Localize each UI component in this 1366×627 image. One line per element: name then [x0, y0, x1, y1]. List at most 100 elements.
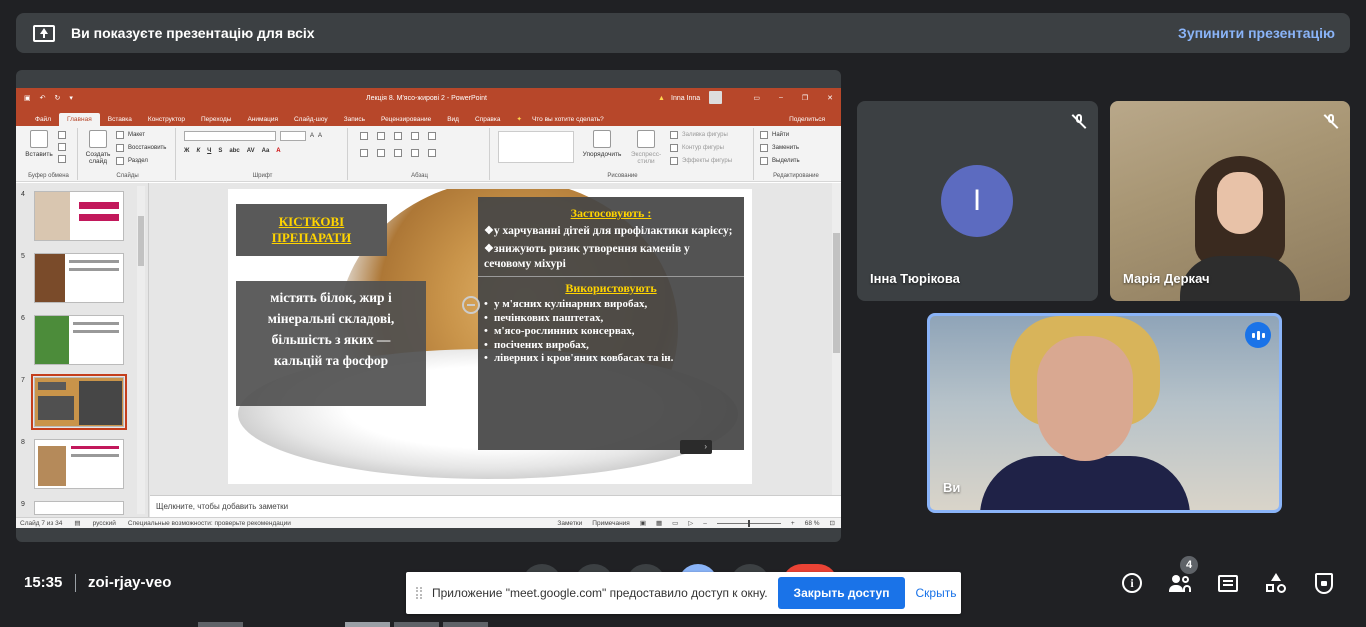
chat-button[interactable] — [1216, 570, 1240, 596]
zoom-slider[interactable] — [716, 519, 781, 527]
italic-icon[interactable]: К — [196, 148, 200, 154]
justify-icon[interactable] — [411, 149, 419, 157]
participant-tile[interactable]: Марія Деркач — [1110, 101, 1350, 301]
numbering-icon[interactable] — [377, 132, 385, 140]
fit-slide-icon[interactable]: ⊡ — [830, 519, 835, 527]
find-button[interactable]: Найти — [760, 131, 789, 139]
font-name-combo[interactable] — [184, 131, 276, 141]
participant-tile[interactable]: I Інна Тюрікова — [857, 101, 1098, 301]
select-button[interactable]: Выделить — [760, 157, 800, 165]
slide-thumbnail-selected[interactable] — [31, 374, 127, 430]
tab-help[interactable]: Справка — [467, 113, 509, 126]
undo-icon[interactable]: ↶ — [40, 94, 46, 102]
thumbnail-item[interactable]: 7 — [21, 374, 127, 430]
tab-view[interactable]: Вид — [439, 113, 467, 126]
tab-file[interactable]: Файл — [27, 113, 59, 126]
notes-pane[interactable]: Щелкните, чтобы добавить заметки — [150, 495, 841, 517]
bullets-icon[interactable] — [360, 132, 368, 140]
tab-review[interactable]: Рецензирование — [373, 113, 439, 126]
comments-toggle[interactable]: Примечания — [592, 520, 630, 527]
shape-outline-button[interactable]: Контур фигуры — [670, 144, 724, 152]
slide-thumbnail[interactable] — [34, 191, 124, 241]
reading-view-icon[interactable]: ▭ — [672, 519, 678, 527]
customize-icon[interactable]: ▾ — [69, 94, 73, 102]
shape-effects-button[interactable]: Эффекты фигуры — [670, 157, 732, 165]
editor-scrollbar[interactable] — [832, 183, 841, 495]
drag-handle-icon[interactable] — [416, 587, 422, 599]
activities-button[interactable] — [1264, 570, 1288, 596]
tab-insert[interactable]: Вставка — [100, 113, 140, 126]
people-button[interactable]: 4 — [1168, 556, 1198, 596]
zoom-level[interactable]: 68 % — [805, 520, 820, 527]
stop-sharing-button[interactable]: Закрыть доступ — [777, 577, 906, 609]
paste-button[interactable]: Вставить — [24, 130, 54, 158]
redo-icon[interactable]: ↻ — [55, 94, 61, 102]
thumbnail-item[interactable]: 6 — [21, 315, 124, 365]
language-indicator[interactable]: русский — [93, 520, 116, 527]
shrink-font-icon[interactable]: A — [318, 133, 322, 139]
thumbnail-item[interactable]: 8 — [21, 439, 124, 489]
tab-design[interactable]: Конструктор — [140, 113, 193, 126]
grow-font-icon[interactable]: A — [310, 133, 314, 139]
layout-button[interactable]: Макет — [116, 131, 145, 139]
self-tile[interactable]: Ви — [927, 313, 1282, 513]
hide-notice-button[interactable]: Скрыть — [915, 586, 956, 600]
columns-icon[interactable] — [428, 149, 436, 157]
copy-icon[interactable] — [58, 143, 66, 151]
thumbnail-item[interactable]: 9 — [21, 501, 124, 515]
spellcheck-icon[interactable]: ▤ — [74, 519, 80, 527]
slide-canvas[interactable]: КІСТКОВІ ПРЕПАРАТИ містять білок, жир і … — [228, 189, 752, 484]
arrange-button[interactable]: Упорядочить — [580, 130, 624, 158]
decrease-indent-icon[interactable] — [394, 132, 402, 140]
stop-presenting-button[interactable]: Зупинити презентацію — [1178, 25, 1335, 41]
minimize-icon[interactable]: – — [779, 94, 783, 102]
line-spacing-icon[interactable] — [428, 132, 436, 140]
section-button[interactable]: Раздел — [116, 157, 148, 165]
host-controls-button[interactable] — [1312, 570, 1336, 596]
font-size-combo[interactable] — [280, 131, 306, 141]
slide-thumbnail[interactable] — [34, 315, 124, 365]
case-icon[interactable]: Aa — [262, 148, 270, 154]
close-icon[interactable]: ✕ — [827, 94, 833, 102]
tab-slideshow[interactable]: Слайд-шоу — [286, 113, 336, 126]
ribbon-options-icon[interactable]: ▭ — [753, 94, 760, 102]
zoom-out-icon[interactable]: – — [703, 520, 707, 527]
bold-icon[interactable]: Ж — [184, 148, 189, 154]
slideshow-view-icon[interactable]: ▷ — [688, 519, 693, 527]
sorter-view-icon[interactable]: ▦ — [656, 519, 662, 527]
font-color-icon[interactable]: A — [276, 148, 280, 154]
tab-animations[interactable]: Анимация — [239, 113, 286, 126]
zoom-in-icon[interactable]: + — [791, 520, 795, 527]
shapes-gallery[interactable] — [498, 131, 574, 163]
cut-icon[interactable] — [58, 131, 66, 139]
editor-scroll-thumb[interactable] — [833, 233, 840, 353]
thumbnails-scroll-thumb[interactable] — [138, 216, 144, 266]
share-button[interactable]: Поделиться — [781, 113, 833, 126]
slide-nav-next-icon[interactable]: › — [680, 440, 712, 454]
notes-toggle[interactable]: Заметки — [557, 520, 582, 527]
align-left-icon[interactable] — [360, 149, 368, 157]
meeting-details-button[interactable]: i — [1120, 570, 1144, 596]
thumbnail-item[interactable]: 5 — [21, 253, 124, 303]
slide-thumbnail[interactable] — [34, 253, 124, 303]
tell-me-box[interactable]: Что вы хотите сделать? — [524, 113, 612, 126]
normal-view-icon[interactable]: ▣ — [640, 519, 646, 527]
thumbnails-scrollbar[interactable] — [137, 186, 145, 514]
thumbnail-item[interactable]: 4 — [21, 191, 124, 241]
accessibility-status[interactable]: Специальные возможности: проверьте реком… — [128, 520, 291, 527]
new-slide-button[interactable]: Создать слайд — [82, 130, 114, 165]
slide-thumbnail[interactable] — [34, 501, 124, 515]
save-icon[interactable]: ▣ — [24, 94, 31, 102]
shape-fill-button[interactable]: Заливка фигуры — [670, 131, 728, 139]
align-center-icon[interactable] — [377, 149, 385, 157]
spacing-icon[interactable]: AV — [247, 148, 255, 154]
align-right-icon[interactable] — [394, 149, 402, 157]
quick-styles-button[interactable]: Экспресс-стили — [626, 130, 666, 165]
slide-thumbnail[interactable] — [34, 439, 124, 489]
tab-home[interactable]: Главная — [58, 113, 100, 126]
format-painter-icon[interactable] — [58, 155, 66, 163]
ppt-user-avatar[interactable] — [709, 91, 722, 104]
tab-record[interactable]: Запись — [336, 113, 373, 126]
shadow-icon[interactable]: S — [218, 148, 222, 154]
restore-icon[interactable]: ❐ — [802, 94, 808, 102]
